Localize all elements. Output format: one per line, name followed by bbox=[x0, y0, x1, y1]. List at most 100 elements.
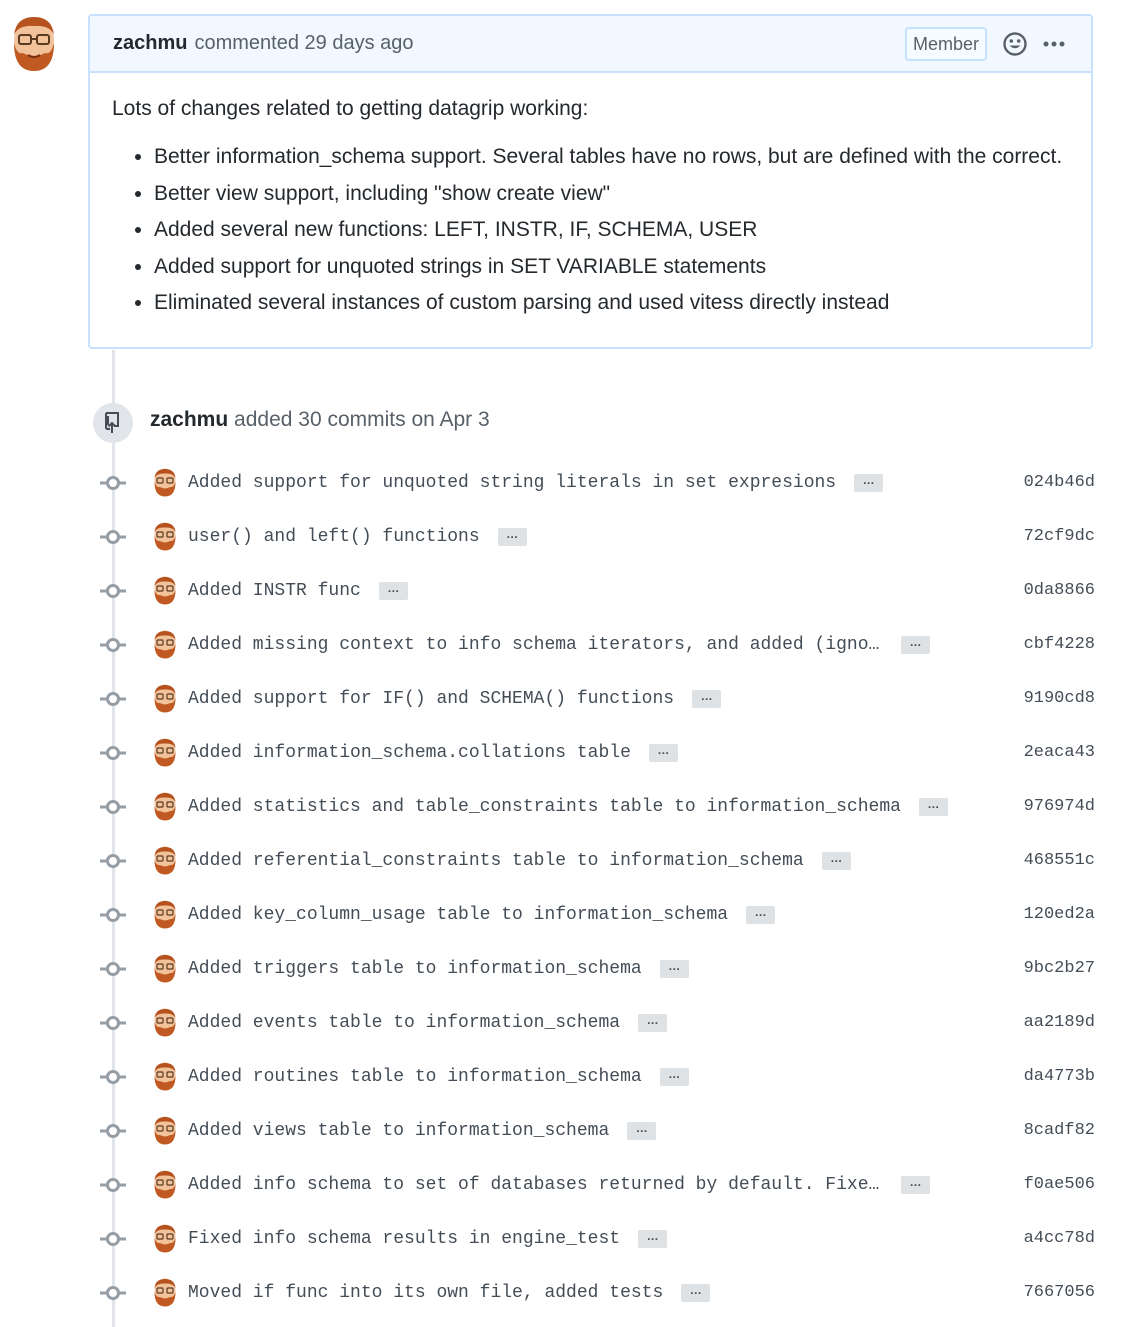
commit-author-avatar[interactable] bbox=[153, 1170, 177, 1199]
commit-author-avatar[interactable] bbox=[153, 1224, 177, 1253]
comment-timestamp[interactable]: commented 29 days ago bbox=[194, 32, 413, 55]
commit-sha-link[interactable]: aa2189d bbox=[1024, 1010, 1095, 1036]
comment-body: Lots of changes related to getting datag… bbox=[90, 73, 1091, 322]
commit-row: Added support for unquoted string litera… bbox=[100, 468, 1095, 498]
git-commit-icon bbox=[100, 1178, 126, 1192]
change-item: Better view support, including "show cre… bbox=[154, 176, 1069, 213]
commit-sha-link[interactable]: 0da8866 bbox=[1024, 578, 1095, 604]
commit-message-link[interactable]: Added referential_constraints table to i… bbox=[188, 848, 804, 874]
commit-sha-link[interactable]: 72cf9dc bbox=[1024, 524, 1095, 550]
commit-row: user() and left() functions … 72cf9dc bbox=[100, 522, 1095, 552]
commit-message-link[interactable]: Added support for unquoted string litera… bbox=[188, 470, 836, 496]
commit-sha-link[interactable]: 976974d bbox=[1024, 794, 1095, 820]
comment-header: zachmu commented 29 days ago Member bbox=[90, 16, 1091, 73]
commit-message-link[interactable]: Moved if func into its own file, added t… bbox=[188, 1280, 663, 1306]
expand-commit-message-button[interactable]: … bbox=[638, 1014, 668, 1032]
git-commit-icon bbox=[100, 1016, 126, 1030]
author-avatar[interactable] bbox=[11, 15, 57, 72]
commit-author-avatar[interactable] bbox=[153, 684, 177, 713]
commit-author-avatar[interactable] bbox=[153, 1008, 177, 1037]
commit-author-avatar[interactable] bbox=[153, 1062, 177, 1091]
commit-author-avatar[interactable] bbox=[153, 900, 177, 929]
commit-message-link[interactable]: Added INSTR func bbox=[188, 578, 361, 604]
change-item: Added support for unquoted strings in SE… bbox=[154, 249, 1069, 286]
commit-sha-link[interactable]: 9bc2b27 bbox=[1024, 956, 1095, 982]
commit-row: Added info schema to set of databases re… bbox=[100, 1170, 1095, 1200]
expand-commit-message-button[interactable]: … bbox=[659, 1068, 689, 1086]
commit-sha-link[interactable]: 2eaca43 bbox=[1024, 740, 1095, 766]
commit-message-link[interactable]: Added triggers table to information_sche… bbox=[188, 956, 642, 982]
expand-commit-message-button[interactable]: … bbox=[918, 798, 948, 816]
git-commit-icon bbox=[100, 1070, 126, 1084]
change-item: Added several new functions: LEFT, INSTR… bbox=[154, 212, 1069, 249]
expand-commit-message-button[interactable]: … bbox=[659, 960, 689, 978]
commit-message-link[interactable]: Added support for IF() and SCHEMA() func… bbox=[188, 686, 674, 712]
git-commit-icon bbox=[100, 1124, 126, 1138]
commit-message-link[interactable]: Added key_column_usage table to informat… bbox=[188, 902, 728, 928]
git-commit-icon bbox=[100, 638, 126, 652]
git-commit-icon bbox=[100, 1232, 126, 1246]
commit-message-link[interactable]: user() and left() functions bbox=[188, 524, 480, 550]
comment-box: zachmu commented 29 days ago Member Lots… bbox=[88, 14, 1093, 349]
commit-sha-link[interactable]: cbf4228 bbox=[1024, 632, 1095, 658]
commit-sha-link[interactable]: 7667056 bbox=[1024, 1280, 1095, 1306]
commit-row: Added views table to information_schema … bbox=[100, 1116, 1095, 1146]
commit-author-avatar[interactable] bbox=[153, 1116, 177, 1145]
expand-commit-message-button[interactable]: … bbox=[746, 906, 776, 924]
commit-author-avatar[interactable] bbox=[153, 954, 177, 983]
expand-commit-message-button[interactable]: … bbox=[854, 474, 884, 492]
commit-message-link[interactable]: Added info schema to set of databases re… bbox=[188, 1172, 883, 1198]
commit-author-avatar[interactable] bbox=[153, 630, 177, 659]
commit-row: Added triggers table to information_sche… bbox=[100, 954, 1095, 984]
expand-commit-message-button[interactable]: … bbox=[681, 1284, 711, 1302]
commit-author-avatar[interactable] bbox=[153, 1278, 177, 1307]
commit-author-avatar[interactable] bbox=[153, 522, 177, 551]
git-commit-icon bbox=[100, 476, 126, 490]
commit-author-avatar[interactable] bbox=[153, 738, 177, 767]
expand-commit-message-button[interactable]: … bbox=[692, 690, 722, 708]
commit-author-avatar[interactable] bbox=[153, 792, 177, 821]
change-item: Better information_schema support. Sever… bbox=[154, 139, 1069, 176]
commit-sha-link[interactable]: 9190cd8 bbox=[1024, 686, 1095, 712]
git-commit-icon bbox=[100, 962, 126, 976]
commit-sha-link[interactable]: a4cc78d bbox=[1024, 1226, 1095, 1252]
push-event-badge bbox=[93, 403, 133, 443]
add-reaction-icon[interactable] bbox=[1002, 31, 1028, 57]
commit-row: Added events table to information_schema… bbox=[100, 1008, 1095, 1038]
more-options-icon[interactable] bbox=[1043, 31, 1069, 57]
commit-row: Added routines table to information_sche… bbox=[100, 1062, 1095, 1092]
commit-author-avatar[interactable] bbox=[153, 468, 177, 497]
git-commit-icon bbox=[100, 746, 126, 760]
expand-commit-message-button[interactable]: … bbox=[378, 582, 408, 600]
commit-message-link[interactable]: Added views table to information_schema bbox=[188, 1118, 609, 1144]
expand-commit-message-button[interactable]: … bbox=[627, 1122, 657, 1140]
git-commit-icon bbox=[100, 800, 126, 814]
expand-commit-message-button[interactable]: … bbox=[638, 1230, 668, 1248]
expand-commit-message-button[interactable]: … bbox=[497, 528, 527, 546]
commit-row: Added referential_constraints table to i… bbox=[100, 846, 1095, 876]
commit-sha-link[interactable]: 8cadf82 bbox=[1024, 1118, 1095, 1144]
commit-author-avatar[interactable] bbox=[153, 576, 177, 605]
commit-author-avatar[interactable] bbox=[153, 846, 177, 875]
expand-commit-message-button[interactable]: … bbox=[901, 1176, 930, 1194]
commit-message-link[interactable]: Added routines table to information_sche… bbox=[188, 1064, 642, 1090]
commit-sha-link[interactable]: f0ae506 bbox=[1024, 1172, 1095, 1198]
commit-message-link[interactable]: Added information_schema.collations tabl… bbox=[188, 740, 631, 766]
comment-author-link[interactable]: zachmu bbox=[113, 32, 187, 55]
expand-commit-message-button[interactable]: … bbox=[648, 744, 678, 762]
commit-sha-link[interactable]: 120ed2a bbox=[1024, 902, 1095, 928]
push-actor-link[interactable]: zachmu bbox=[150, 408, 228, 431]
commit-message-link[interactable]: Added statistics and table_constraints t… bbox=[188, 794, 901, 820]
git-commit-icon bbox=[100, 1286, 126, 1300]
commit-row: Moved if func into its own file, added t… bbox=[100, 1278, 1095, 1308]
commit-message-link[interactable]: Fixed info schema results in engine_test bbox=[188, 1226, 620, 1252]
expand-commit-message-button[interactable]: … bbox=[901, 636, 930, 654]
commit-sha-link[interactable]: 468551c bbox=[1024, 848, 1095, 874]
commit-row: Added key_column_usage table to informat… bbox=[100, 900, 1095, 930]
commit-message-link[interactable]: Added events table to information_schema bbox=[188, 1010, 620, 1036]
commit-sha-link[interactable]: 024b46d bbox=[1024, 470, 1095, 496]
commit-sha-link[interactable]: da4773b bbox=[1024, 1064, 1095, 1090]
commit-message-link[interactable]: Added missing context to info schema ite… bbox=[188, 632, 883, 658]
commit-row: Added information_schema.collations tabl… bbox=[100, 738, 1095, 768]
expand-commit-message-button[interactable]: … bbox=[821, 852, 851, 870]
